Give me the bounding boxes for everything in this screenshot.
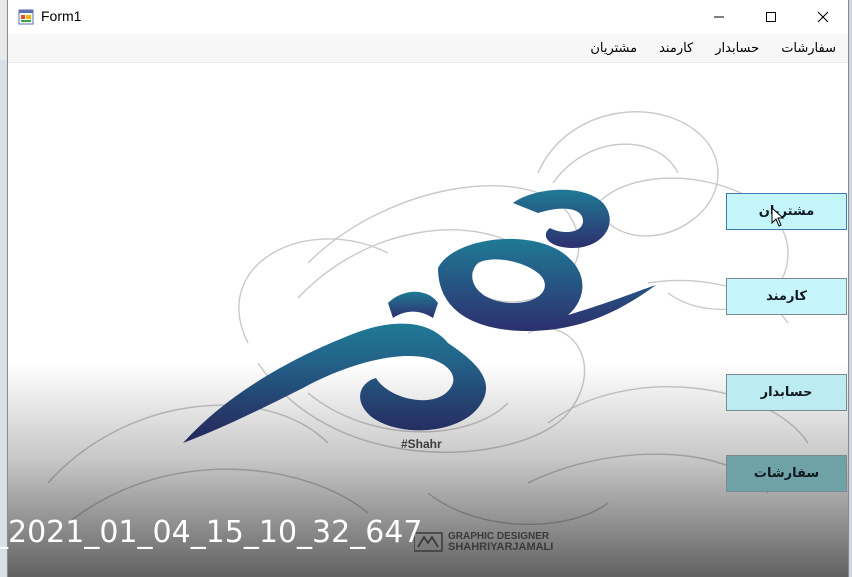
hashtag-label: #Shahr [401,437,442,451]
orders-button[interactable]: سفارشات [726,455,847,492]
minimize-icon [714,16,724,18]
close-button[interactable] [798,0,848,34]
form-client-area: #Shahr GRAPHIC DESIGNER SHAHRIYARJAMALI … [8,63,848,577]
menu-item-customers[interactable]: مشتریان [590,41,637,56]
accountant-button[interactable]: حسابدار [726,374,847,411]
employee-button[interactable]: کارمند [726,278,847,315]
recording-timestamp-overlay: _2021_01_04_15_10_32_647 [0,515,423,550]
desktop-background [0,60,7,577]
close-icon [817,11,829,23]
minimize-button[interactable] [694,0,744,34]
maximize-button[interactable] [746,0,796,34]
menu-item-accountant[interactable]: حسابدار [715,41,759,56]
app-form-icon [18,9,34,25]
brand-line2: SHAHRIYARJAMALI [448,541,554,553]
form-window: Form1 مشتریان کارمند حسابدار سفارشات #Sh… [7,0,849,577]
window-title: Form1 [41,8,82,24]
menu-bar: مشتریان کارمند حسابدار سفارشات [8,34,848,63]
calligraphy-background-image [47,111,809,526]
title-bar[interactable]: Form1 [8,0,848,34]
maximize-icon [766,12,776,22]
menu-item-orders[interactable]: سفارشات [781,41,836,56]
mouse-cursor-icon [771,207,785,227]
designer-brand-logo: GRAPHIC DESIGNER SHAHRIYARJAMALI [413,531,584,555]
menu-item-employee[interactable]: کارمند [659,41,693,56]
customers-button[interactable]: مشتریان [726,193,847,230]
